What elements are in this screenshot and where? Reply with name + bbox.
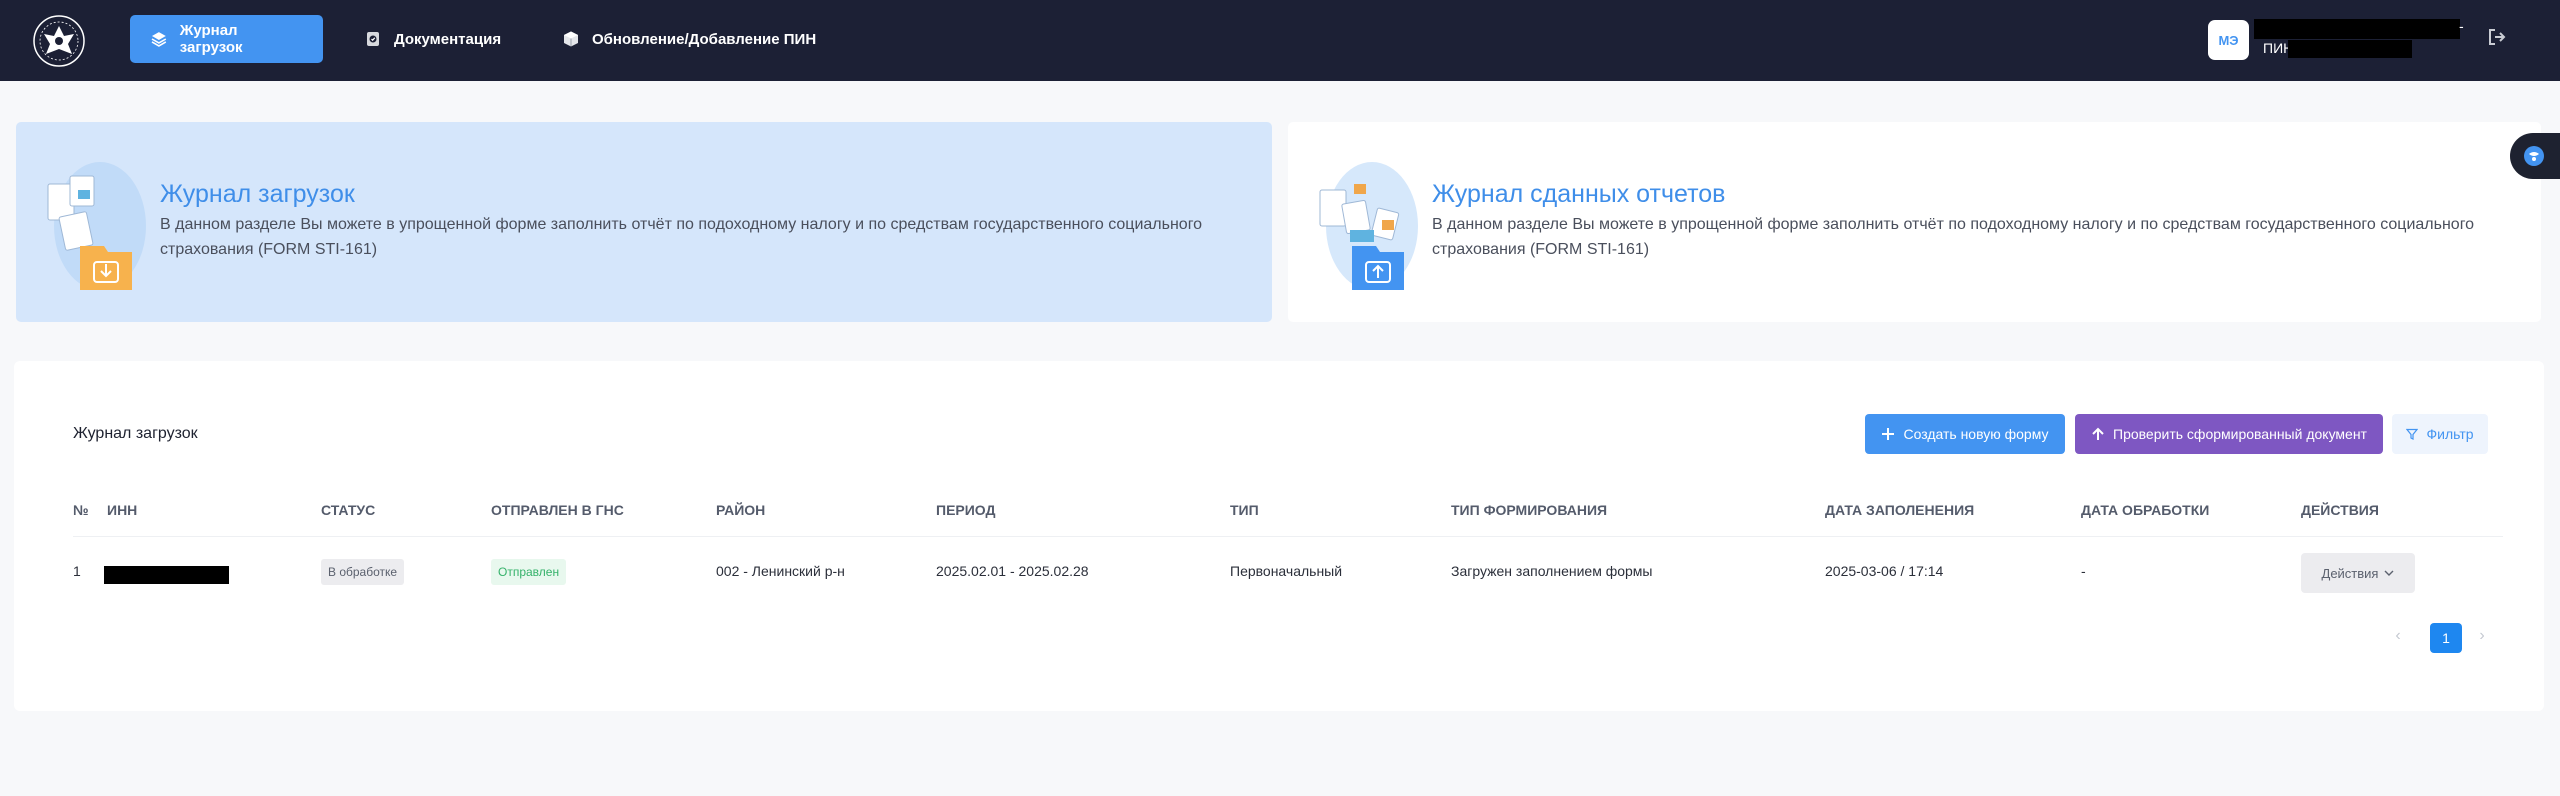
panel-title: Журнал загрузок — [73, 425, 198, 442]
submitted-reports-title: Журнал сданных отчетов — [1432, 180, 1726, 208]
top-header: Журнал загрузок Документация Обновление/… — [0, 0, 2560, 81]
pagination-page-current[interactable]: 1 — [2430, 623, 2462, 653]
submitted-reports-card[interactable]: Журнал сданных отчетов В данном разделе … — [1288, 122, 2541, 322]
row-period: 2025.02.01 - 2025.02.28 — [936, 563, 1089, 579]
column-header-num: № — [73, 502, 89, 518]
column-header-district: РАЙОН — [716, 502, 766, 518]
table-header-divider — [73, 536, 2503, 537]
column-header-status: СТАТУС — [321, 502, 376, 518]
filter-button-label: Фильтр — [2426, 426, 2474, 442]
submitted-folder-illustration-icon — [1319, 162, 1418, 290]
row-type: Первоначальный — [1230, 563, 1343, 579]
create-form-button-label: Создать новую форму — [1903, 426, 2049, 442]
row-actions-dropdown[interactable]: Действия — [2301, 553, 2415, 593]
column-header-type: ТИП — [1230, 502, 1259, 518]
chat-widget-button[interactable] — [2510, 133, 2560, 179]
upload-folder-illustration-icon — [47, 162, 146, 290]
user-avatar[interactable]: МЭ — [2208, 20, 2249, 60]
nav-documentation[interactable]: Документация — [346, 15, 521, 63]
redacted-user-pin — [2288, 40, 2412, 58]
filter-icon — [2406, 428, 2419, 440]
nav-pin-update[interactable]: Обновление/Добавление ПИН — [544, 15, 836, 63]
arrow-up-icon — [2092, 427, 2104, 440]
layers-icon — [151, 32, 167, 47]
logout-icon[interactable] — [2486, 26, 2508, 48]
chat-icon — [2524, 146, 2544, 166]
verify-document-button-label: Проверить сформированный документ — [2113, 426, 2367, 442]
column-header-processed-date: ДАТА ОБРАБОТКИ — [2081, 502, 2210, 518]
shield-doc-icon — [367, 32, 379, 46]
row-district: 002 - Ленинский р-н — [716, 563, 845, 579]
upload-journal-title: Журнал загрузок — [160, 180, 355, 208]
column-header-filled-date: ДАТА ЗАПОЛЕНЕНИЯ — [1825, 502, 1975, 518]
nav-pin-update-label: Обновление/Добавление ПИН — [592, 30, 817, 48]
plus-icon — [1882, 428, 1895, 440]
column-header-formation-type: ТИП ФОРМИРОВАНИЯ — [1451, 502, 1608, 518]
redacted-inn — [104, 566, 229, 584]
chevron-down-icon — [2384, 570, 2394, 576]
nav-upload-journal-label: Журнал загрузок — [179, 22, 243, 56]
sent-status-badge: Отправлен — [491, 559, 567, 585]
verify-document-button[interactable]: Проверить сформированный документ — [2075, 414, 2383, 454]
row-number: 1 — [73, 563, 81, 579]
row-formation-type: Загружен заполнением формы — [1451, 563, 1653, 579]
column-header-period: ПЕРИОД — [936, 502, 996, 518]
pagination-prev-button[interactable]: ‹ — [2388, 627, 2408, 647]
submitted-reports-description: В данном разделе Вы можете в упрощенной … — [1432, 216, 2475, 258]
create-form-button[interactable]: Создать новую форму — [1865, 414, 2065, 454]
nav-upload-journal[interactable]: Журнал загрузок — [130, 15, 323, 63]
column-header-actions: ДЕЙСТВИЯ — [2301, 502, 2379, 518]
column-header-inn: ИНН — [107, 502, 138, 518]
filter-button[interactable]: Фильтр — [2392, 414, 2488, 454]
row-actions-label: Действия — [2321, 565, 2379, 581]
redacted-user-name — [2254, 19, 2460, 39]
upload-journal-card[interactable]: Журнал загрузок В данном разделе Вы може… — [16, 122, 1272, 322]
upload-journal-description: В данном разделе Вы можете в упрощенной … — [160, 216, 1203, 258]
nav-documentation-label: Документация — [394, 30, 502, 48]
pagination-next-button[interactable]: › — [2472, 627, 2492, 647]
cube-icon — [564, 31, 578, 47]
status-badge: В обработке — [321, 559, 405, 585]
column-header-sent: ОТПРАВЛЕН В ГНС — [491, 502, 624, 518]
user-name-dash: - — [2459, 18, 2464, 34]
row-processed-date: - — [2081, 563, 2086, 579]
row-filled-date: 2025-03-06 / 17:14 — [1825, 563, 1944, 579]
emblem-logo[interactable] — [28, 14, 90, 68]
upload-journal-panel: Журнал загрузок Создать новую форму Пров… — [14, 361, 2544, 711]
